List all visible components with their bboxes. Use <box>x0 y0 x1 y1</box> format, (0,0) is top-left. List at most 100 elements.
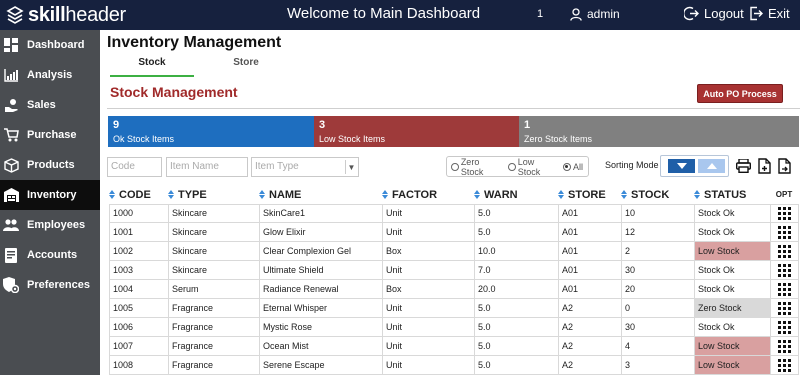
table-row[interactable]: 1004 Serum Radiance Renewal Box 20.0 A01 20 Sto… <box>109 280 799 299</box>
menu-dot <box>783 369 786 372</box>
column-header-name[interactable]: NAME <box>259 185 301 204</box>
zero-stock-label: Zero Stock Items <box>524 134 593 144</box>
code-filter-input[interactable]: Code <box>107 157 162 177</box>
radio-low-stock[interactable]: Low Stock <box>507 156 558 177</box>
menu-dot <box>778 350 781 353</box>
warehouse-icon <box>3 187 19 203</box>
sidebar-item-purchase[interactable]: Purchase <box>0 120 100 150</box>
radio-all[interactable]: All <box>562 162 583 172</box>
column-header-type[interactable]: TYPE <box>168 185 207 204</box>
column-header-factor[interactable]: FACTOR <box>382 185 437 204</box>
cell-name: SkinCare1 <box>259 204 382 222</box>
sidebar-item-accounts[interactable]: Accounts <box>0 240 100 270</box>
column-header-store[interactable]: STORE <box>558 185 606 204</box>
table-row[interactable]: 1002 Skincare Clear Complexion Gel Box 10.0 A… <box>109 242 799 261</box>
zero-stock-summary[interactable]: 1 Zero Stock Items <box>519 116 799 147</box>
export-pdf-button[interactable] <box>756 157 772 175</box>
menu-dot <box>778 255 781 258</box>
sort-descending-button[interactable] <box>668 159 695 173</box>
cell-stock: 2 <box>621 242 694 260</box>
print-button[interactable] <box>735 157 751 175</box>
row-options-menu-icon[interactable] <box>776 357 792 373</box>
radio-label: Low Stock <box>517 156 541 177</box>
sorting-mode-toggle <box>660 155 729 177</box>
cell-warn: 5.0 <box>474 318 558 336</box>
sidebar-item-inventory[interactable]: Inventory <box>0 180 100 210</box>
row-options-menu-icon[interactable] <box>776 319 792 335</box>
sidebar-item-analysis[interactable]: Analysis <box>0 60 100 90</box>
section-title: Stock Management <box>110 84 238 100</box>
row-options-menu-icon[interactable] <box>776 262 792 278</box>
menu-dot <box>778 340 781 343</box>
column-label: NAME <box>269 188 302 201</box>
table-row[interactable]: 1001 Skincare Glow Elixir Unit 5.0 A01 12 Stock… <box>109 223 799 242</box>
logout-button[interactable]: Logout <box>684 6 744 21</box>
column-label: WARN <box>484 188 518 201</box>
cell-stock: 30 <box>621 261 694 279</box>
user-menu[interactable]: admin <box>570 7 620 21</box>
column-header-opt: OPT <box>775 190 793 199</box>
radio-zero-stock[interactable]: Zero Stock <box>451 157 503 177</box>
exit-icon <box>750 6 763 21</box>
cell-status: Stock Ok <box>694 223 770 241</box>
tab-stock[interactable]: Stock <box>110 57 194 77</box>
column-header-code[interactable]: CODE <box>109 185 151 204</box>
menu-dot <box>783 264 786 267</box>
menu-dot <box>778 245 781 248</box>
row-options-menu-icon[interactable] <box>776 243 792 259</box>
table-row[interactable]: 1008 Fragrance Serene Escape Unit 5.0 A2 3 Low … <box>109 356 799 375</box>
item-name-filter-input[interactable]: Item Name <box>166 157 248 177</box>
ok-stock-summary[interactable]: 9 Ok Stock Items <box>108 116 314 147</box>
sidebar-item-preferences[interactable]: Preferences <box>0 270 100 300</box>
low-stock-summary[interactable]: 3 Low Stock Items <box>314 116 519 147</box>
menu-dot <box>778 302 781 305</box>
menu-dot <box>778 283 781 286</box>
tab-store[interactable]: Store <box>204 57 288 77</box>
brand-name-rest: header <box>65 3 126 26</box>
sidebar-item-dashboard[interactable]: Dashboard <box>0 30 100 60</box>
cell-name: Clear Complexion Gel <box>259 242 382 260</box>
item-type-select[interactable]: Item Type ▼ <box>251 157 359 177</box>
menu-dot <box>783 321 786 324</box>
row-options-menu-icon[interactable] <box>776 281 792 297</box>
table-row[interactable]: 1006 Fragrance Mystic Rose Unit 5.0 A2 30 Stock… <box>109 318 799 337</box>
row-options-menu-icon[interactable] <box>776 300 792 316</box>
menu-dot <box>778 364 781 367</box>
column-header-status[interactable]: STATUS <box>694 185 746 204</box>
menu-dot <box>783 359 786 362</box>
cell-stock: 4 <box>621 337 694 355</box>
hand-coins-icon <box>3 97 19 113</box>
menu-dot <box>778 231 781 234</box>
sidebar-item-sales[interactable]: Sales <box>0 90 100 120</box>
auto-po-process-button[interactable]: Auto PO Process <box>697 84 783 103</box>
cell-type: Serum <box>168 280 259 298</box>
export-excel-button[interactable] <box>777 157 793 175</box>
exit-button[interactable]: Exit <box>749 6 790 21</box>
cell-code: 1005 <box>109 299 168 317</box>
column-header-warn[interactable]: WARN <box>474 185 518 204</box>
sidebar-item-products[interactable]: Products <box>0 150 100 180</box>
row-options-menu-icon[interactable] <box>776 224 792 240</box>
menu-dot <box>788 264 791 267</box>
cell-warn: 5.0 <box>474 204 558 222</box>
menu-dot <box>783 364 786 367</box>
table-row[interactable]: 1007 Fragrance Ocean Mist Unit 5.0 A2 4 Low Sto… <box>109 337 799 356</box>
cell-opt <box>770 337 799 355</box>
sort-arrows-icon <box>694 190 702 199</box>
table-row[interactable]: 1005 Fragrance Eternal Whisper Unit 5.0 A2 0 Ze… <box>109 299 799 318</box>
menu-dot <box>788 359 791 362</box>
file-export-icon <box>778 158 791 174</box>
menu-dot <box>788 255 791 258</box>
row-options-menu-icon[interactable] <box>776 338 792 354</box>
sidebar-item-employees[interactable]: Employees <box>0 210 100 240</box>
table-row[interactable]: 1003 Skincare Ultimate Shield Unit 7.0 A01 30 S… <box>109 261 799 280</box>
sort-ascending-button[interactable] <box>698 159 725 173</box>
row-options-menu-icon[interactable] <box>776 205 792 221</box>
notification-count[interactable]: 1 <box>537 8 543 20</box>
column-header-stock[interactable]: STOCK <box>621 185 669 204</box>
cell-factor: Unit <box>382 261 474 279</box>
table-row[interactable]: 1000 Skincare SkinCare1 Unit 5.0 A01 10 Stock O… <box>109 204 799 223</box>
menu-dot <box>783 326 786 329</box>
cell-stock: 12 <box>621 223 694 241</box>
sidebar-item-label: Preferences <box>27 279 90 291</box>
